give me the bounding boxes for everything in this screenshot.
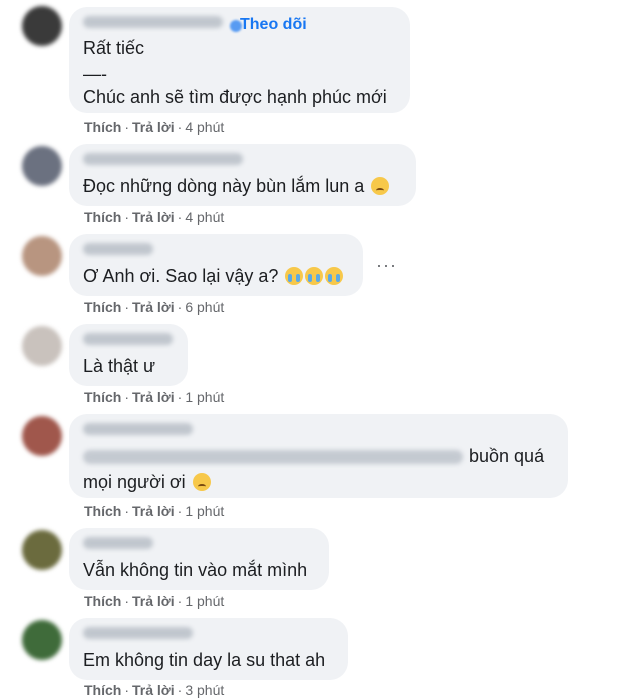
commenter-name-redacted[interactable] bbox=[83, 153, 243, 165]
reply-button[interactable]: Trả lời bbox=[132, 119, 175, 135]
comment-actions: Thích · Trả lời · 4 phút bbox=[84, 209, 225, 225]
comment-text-line: Vẫn không tin vào mắt mình bbox=[83, 560, 308, 580]
more-options-icon[interactable]: ··· bbox=[376, 255, 397, 276]
crying-face-emoji bbox=[325, 267, 344, 285]
reply-button[interactable]: Trả lời bbox=[132, 299, 175, 315]
reply-button[interactable]: Trả lời bbox=[132, 389, 175, 405]
timestamp[interactable]: 3 phút bbox=[185, 682, 224, 698]
comment-actions: Thích · Trả lời · 3 phút bbox=[84, 682, 225, 698]
like-button[interactable]: Thích bbox=[84, 209, 121, 225]
avatar[interactable] bbox=[22, 236, 62, 276]
comment-actions: Thích · Trả lời · 1 phút bbox=[84, 389, 225, 405]
avatar[interactable] bbox=[22, 326, 62, 366]
comment-actions: Thích · Trả lời · 1 phút bbox=[84, 503, 225, 519]
comment-text-line: Là thật ư bbox=[83, 356, 156, 376]
comment-bubble: Đọc những dòng này bùn lắm lun a bbox=[69, 144, 416, 206]
reply-button[interactable]: Trả lời bbox=[132, 682, 175, 698]
avatar[interactable] bbox=[22, 6, 62, 46]
like-button[interactable]: Thích bbox=[84, 682, 121, 698]
avatar[interactable] bbox=[22, 620, 62, 660]
sad-face-emoji bbox=[371, 177, 390, 195]
comment-text-line: Ơ Anh ơi. Sao lại vậy a? bbox=[83, 266, 344, 287]
like-button[interactable]: Thích bbox=[84, 119, 121, 135]
sad-face-emoji bbox=[192, 473, 211, 491]
like-button[interactable]: Thích bbox=[84, 593, 121, 609]
follow-button[interactable]: Theo dõi bbox=[240, 16, 307, 34]
crying-face-emoji bbox=[285, 267, 304, 285]
commenter-name-redacted[interactable] bbox=[83, 627, 193, 639]
like-button[interactable]: Thích bbox=[84, 299, 121, 315]
commenter-name-redacted[interactable] bbox=[83, 537, 153, 549]
timestamp[interactable]: 4 phút bbox=[185, 209, 224, 225]
comment-text-line: Chúc anh sẽ tìm được hạnh phúc mới bbox=[83, 87, 387, 107]
commenter-name-redacted[interactable] bbox=[83, 243, 153, 255]
tagged-names-redacted[interactable] bbox=[83, 450, 463, 465]
like-button[interactable]: Thích bbox=[84, 389, 121, 405]
comment-bubble: Là thật ư bbox=[69, 324, 188, 386]
like-button[interactable]: Thích bbox=[84, 503, 121, 519]
comment-text-line: Em không tin day la su that ah bbox=[83, 650, 326, 670]
comment-actions: Thích · Trả lời · 1 phút bbox=[84, 593, 225, 609]
comment-text-line: mọi người ơi bbox=[83, 472, 211, 493]
comment-text-line: —- bbox=[83, 64, 107, 84]
timestamp[interactable]: 1 phút bbox=[185, 593, 224, 609]
comment-bubble: Ơ Anh ơi. Sao lại vậy a? bbox=[69, 234, 363, 296]
commenter-name-redacted[interactable] bbox=[83, 423, 193, 435]
comment-bubble: Em không tin day la su that ah bbox=[69, 618, 348, 680]
timestamp[interactable]: 1 phút bbox=[185, 503, 224, 519]
reply-button[interactable]: Trả lời bbox=[132, 209, 175, 225]
comment-text-line: Rất tiếc bbox=[83, 38, 145, 58]
crying-face-emoji bbox=[305, 267, 324, 285]
comment-text-line: buồn quá bbox=[83, 446, 544, 467]
comment-actions: Thích · Trả lời · 4 phút bbox=[84, 119, 225, 135]
avatar[interactable] bbox=[22, 416, 62, 456]
comment-bubble: Vẫn không tin vào mắt mình bbox=[69, 528, 329, 590]
avatar[interactable] bbox=[22, 530, 62, 570]
reply-button[interactable]: Trả lời bbox=[132, 503, 175, 519]
avatar[interactable] bbox=[22, 146, 62, 186]
timestamp[interactable]: 1 phút bbox=[185, 389, 224, 405]
comment-actions: Thích · Trả lời · 6 phút bbox=[84, 299, 225, 315]
commenter-name-redacted[interactable] bbox=[83, 333, 173, 345]
timestamp[interactable]: 4 phút bbox=[185, 119, 224, 135]
reply-button[interactable]: Trả lời bbox=[132, 593, 175, 609]
comment-text-line: Đọc những dòng này bùn lắm lun a bbox=[83, 176, 390, 197]
commenter-name-redacted[interactable] bbox=[83, 16, 223, 28]
timestamp[interactable]: 6 phút bbox=[185, 299, 224, 315]
comment-bubble: buồn quá mọi người ơi bbox=[69, 414, 568, 498]
